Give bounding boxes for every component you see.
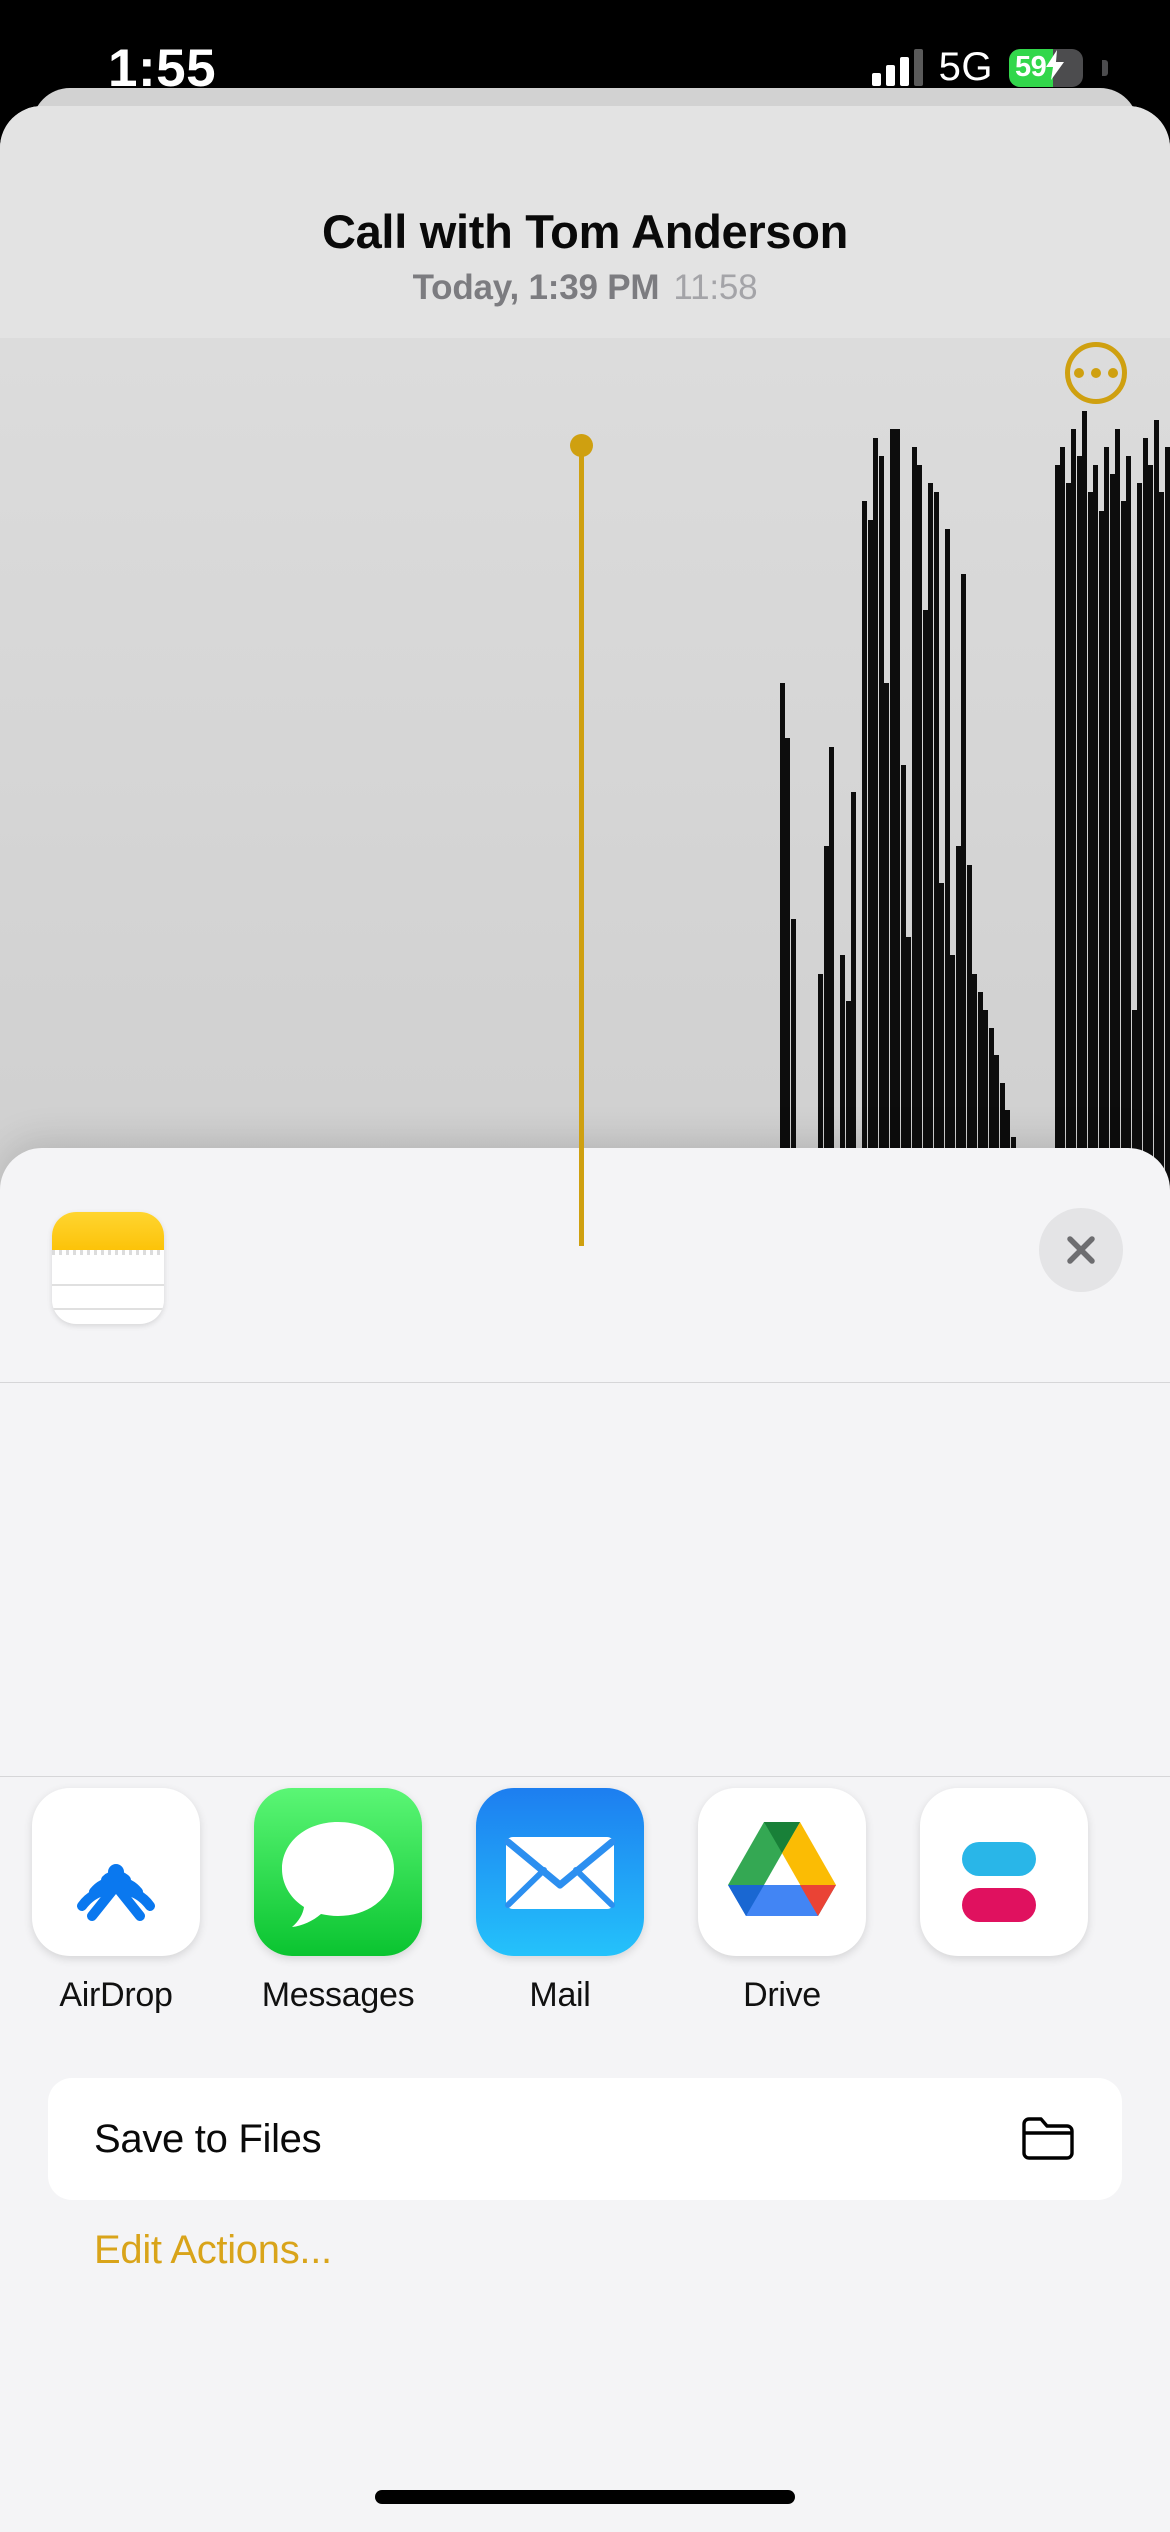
more-dot-3 xyxy=(1108,368,1118,378)
share-target-label: AirDrop xyxy=(59,1976,173,2014)
waveform-bar xyxy=(1137,483,1143,1246)
divider xyxy=(0,1776,1170,1777)
waveform-bar xyxy=(889,428,895,1246)
battery-cap xyxy=(1102,59,1108,76)
charging-bolt-icon xyxy=(1044,50,1066,85)
notes-icon-perforation xyxy=(52,1250,164,1255)
waveform-bar xyxy=(862,501,868,1246)
iphone-screen: 1:55 5G 59 Call with Tom Anderson Today,… xyxy=(0,0,1170,2532)
waveform-bar xyxy=(1098,510,1104,1246)
waveform-bar xyxy=(1109,474,1115,1246)
waveform-bars xyxy=(0,338,1170,1246)
share-target-mail[interactable]: Mail xyxy=(476,1788,644,2015)
waveform-bar xyxy=(873,437,879,1246)
waveform-bar xyxy=(1054,465,1060,1246)
more-dot-1 xyxy=(1074,368,1084,378)
waveform-bar xyxy=(1065,483,1071,1246)
share-target-messages[interactable]: Messages xyxy=(254,1788,422,2015)
waveform-bar xyxy=(1153,419,1159,1246)
waveform-bar xyxy=(1071,428,1077,1246)
waveform-bar xyxy=(961,574,967,1246)
share-sheet: AirDrop Messages Mail Drive Save to File… xyxy=(0,1148,1170,2532)
share-sheet-header xyxy=(0,1148,1170,1382)
google-drive-icon xyxy=(698,1788,866,1956)
recording-duration: 11:58 xyxy=(673,268,758,307)
waveform-bar xyxy=(1093,465,1099,1246)
recording-header: Call with Tom Anderson Today, 1:39 PM 11:… xyxy=(0,106,1170,338)
voice-memo-card: Call with Tom Anderson Today, 1:39 PM 11:… xyxy=(0,106,1170,1246)
battery-level-label: 59 xyxy=(1015,51,1047,83)
notes-app-icon xyxy=(52,1212,164,1324)
notes-icon-rule xyxy=(52,1308,164,1310)
share-target-airdrop[interactable]: AirDrop xyxy=(32,1788,200,2015)
mail-icon xyxy=(476,1788,644,1956)
waveform-bar xyxy=(1148,465,1154,1246)
share-target-label: Mail xyxy=(529,1976,591,2014)
waveform-bar xyxy=(1060,446,1066,1246)
waveform-bar xyxy=(933,492,939,1246)
playhead-line[interactable] xyxy=(579,446,584,1246)
folder-icon xyxy=(1020,2112,1076,2167)
more-dot-2 xyxy=(1091,368,1101,378)
waveform-bar xyxy=(867,519,873,1246)
recording-date: Today, 1:39 PM xyxy=(412,268,660,307)
save-to-files-label: Save to Files xyxy=(94,2116,322,2161)
share-sheet-preview-area xyxy=(0,1383,1170,1775)
waveform-bar xyxy=(878,456,884,1246)
home-indicator[interactable] xyxy=(375,2490,795,2504)
close-icon xyxy=(1067,1236,1095,1264)
recording-meta: Today, 1:39 PM 11:58 xyxy=(0,268,1170,308)
waveform-bar xyxy=(1120,501,1126,1246)
waveform-bar xyxy=(1126,456,1132,1246)
waveform-bar xyxy=(1164,446,1170,1246)
battery-icon: 59 xyxy=(1009,48,1083,87)
share-target-label: Drive xyxy=(743,1976,821,2014)
share-target-partial[interactable] xyxy=(920,1788,1088,1976)
waveform-bar xyxy=(1087,492,1093,1246)
waveform-bar xyxy=(928,483,934,1246)
share-target-drive[interactable]: Drive xyxy=(698,1788,866,2015)
close-button[interactable] xyxy=(1039,1208,1123,1292)
waveform-bar xyxy=(895,428,901,1246)
airdrop-icon xyxy=(32,1788,200,1956)
notes-icon-rule xyxy=(52,1284,164,1286)
save-to-files-row[interactable]: Save to Files xyxy=(48,2078,1122,2200)
cellular-signal-icon xyxy=(871,48,923,86)
status-bar-time: 1:55 xyxy=(108,39,217,98)
network-type-label: 5G xyxy=(938,45,993,89)
waveform-bar xyxy=(1082,410,1088,1246)
partial-app-icon xyxy=(920,1788,1088,1956)
waveform-bar xyxy=(1115,428,1121,1246)
waveform-bar xyxy=(1104,446,1110,1246)
waveform-bar xyxy=(944,528,950,1246)
waveform-bar xyxy=(917,465,923,1246)
status-bar-indicators: 5G 59 xyxy=(871,45,1108,90)
notes-icon-band xyxy=(52,1212,164,1250)
waveform-bar xyxy=(1142,437,1148,1246)
waveform-bar xyxy=(1159,492,1164,1246)
playhead-dot xyxy=(570,434,593,457)
share-target-label: Messages xyxy=(261,1976,415,2014)
waveform-bar xyxy=(911,446,917,1246)
more-options-button[interactable] xyxy=(1065,342,1127,404)
share-targets-row[interactable]: AirDrop Messages Mail Drive xyxy=(0,1788,1170,2048)
edit-actions-button[interactable]: Edit Actions... xyxy=(94,2228,332,2273)
waveform-area[interactable] xyxy=(0,338,1170,1246)
recording-title: Call with Tom Anderson xyxy=(321,205,849,258)
waveform-bar xyxy=(1076,456,1082,1246)
status-bar: 1:55 5G 59 xyxy=(0,0,1170,122)
messages-icon xyxy=(254,1788,422,1956)
